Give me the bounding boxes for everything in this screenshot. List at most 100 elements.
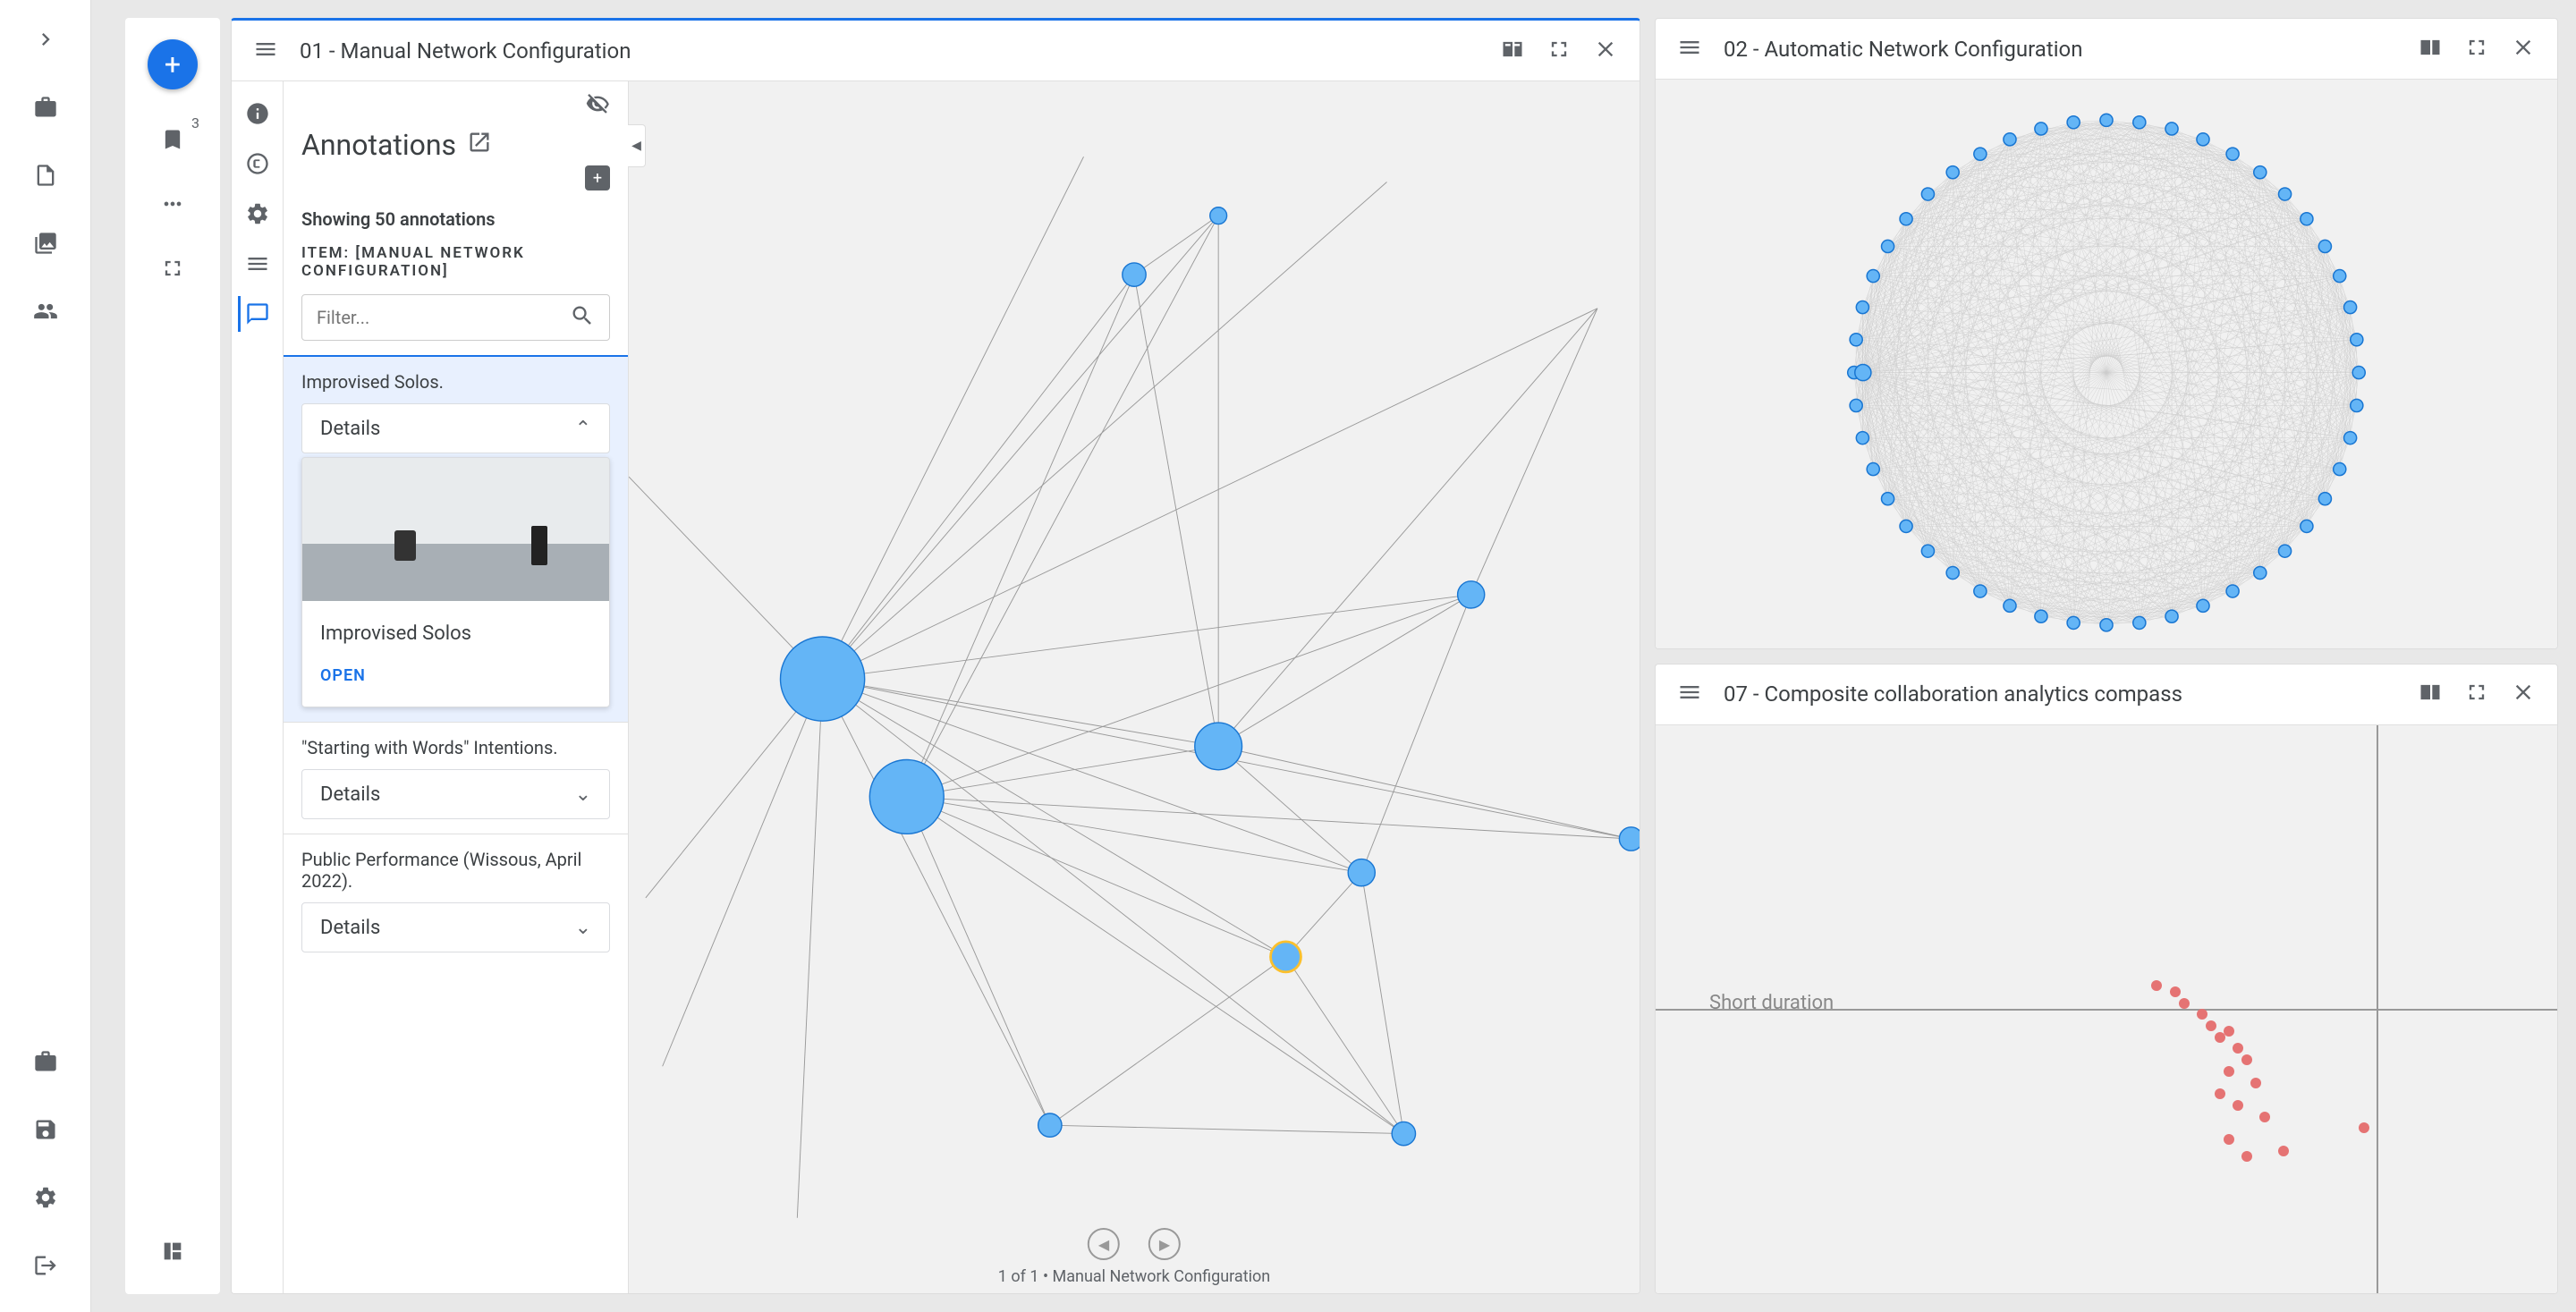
close-panel-icon[interactable] [1593, 37, 1618, 65]
panel-title: 02 - Automatic Network Configuration [1724, 37, 2418, 62]
data-point[interactable] [2224, 1026, 2234, 1037]
data-point[interactable] [2359, 1122, 2369, 1133]
close-panel-icon[interactable] [2511, 35, 2536, 63]
annotation-item-label: ITEM: [MANUAL NETWORK CONFIGURATION] [284, 241, 628, 294]
expand-panel-icon[interactable] [2464, 680, 2489, 708]
briefcase-alt-icon[interactable] [24, 1040, 67, 1083]
collapse-panel-icon[interactable]: ◀ [628, 124, 646, 167]
data-point[interactable] [2259, 1112, 2270, 1122]
data-point[interactable] [2151, 980, 2162, 991]
data-point[interactable] [2233, 1100, 2243, 1111]
right-column: 02 - Automatic Network Configuration 07 … [1655, 18, 2558, 1294]
panel-body: ◀ Annotations + Showing 50 annotations I… [232, 81, 1640, 1293]
data-point[interactable] [2206, 1020, 2216, 1031]
annotation-count: Showing 50 annotations [284, 205, 628, 241]
settings-icon[interactable] [24, 1176, 67, 1219]
expand-panel-icon[interactable] [1546, 37, 1572, 65]
save-icon[interactable] [24, 1108, 67, 1151]
data-point[interactable] [2250, 1078, 2261, 1088]
chevron-down-icon: ⌄ [575, 783, 591, 806]
more-icon[interactable] [151, 182, 194, 225]
network-graph-auto[interactable] [1656, 80, 2557, 648]
panel-header: 02 - Automatic Network Configuration [1656, 19, 2557, 80]
annotations-panel: ◀ Annotations + Showing 50 annotations I… [284, 81, 629, 1293]
book-open-icon[interactable] [1500, 37, 1525, 65]
details-toggle[interactable]: Details ⌃ [301, 403, 610, 453]
open-button[interactable]: OPEN [302, 666, 609, 707]
data-point[interactable] [2170, 986, 2181, 997]
data-point[interactable] [2179, 998, 2190, 1009]
panel-manual-network: 01 - Manual Network Configuration ◀ [231, 18, 1640, 1294]
annotation-thumbnail [302, 458, 609, 601]
annotation-list: Improvised Solos. Details ⌃ Improvised S… [284, 355, 628, 1293]
images-icon[interactable] [24, 222, 67, 265]
data-point[interactable] [2241, 1151, 2252, 1162]
close-panel-icon[interactable] [2511, 680, 2536, 708]
info-icon[interactable] [240, 96, 275, 131]
data-point[interactable] [2233, 1043, 2243, 1054]
bookmark-badge: 3 [191, 114, 199, 131]
filter-input[interactable] [317, 307, 570, 328]
panel-analytics-compass: 07 - Composite collaboration analytics c… [1655, 664, 2558, 1295]
add-annotation-button[interactable]: + [585, 165, 610, 190]
add-button[interactable]: + [148, 39, 198, 89]
open-in-new-icon[interactable] [467, 128, 492, 162]
prev-button[interactable]: ◀ [1088, 1228, 1120, 1260]
layout-icon[interactable] [151, 1230, 194, 1273]
copyright-icon[interactable] [240, 146, 275, 182]
panel-auto-network: 02 - Automatic Network Configuration [1655, 18, 2558, 649]
comment-icon[interactable] [238, 296, 274, 332]
panel-menu-icon[interactable] [1677, 680, 1702, 708]
document-icon[interactable] [24, 154, 67, 197]
text-lines-icon[interactable] [240, 246, 275, 282]
scatter-plot[interactable]: Short duration [1656, 725, 2557, 1294]
bookmark-icon[interactable]: 3 [151, 118, 194, 161]
axis-label: Short duration [1709, 992, 1834, 1014]
book-open-icon[interactable] [2418, 35, 2443, 63]
annotation-card-title: "Starting with Words" Intentions. [301, 737, 610, 758]
chevron-down-icon: ⌄ [575, 917, 591, 939]
visibility-off-icon[interactable] [585, 92, 610, 121]
data-point[interactable] [2224, 1134, 2234, 1145]
data-point[interactable] [2278, 1146, 2289, 1156]
panel-title: 07 - Composite collaboration analytics c… [1724, 681, 2418, 707]
expanded-title: Improvised Solos [302, 601, 609, 666]
data-point[interactable] [2215, 1088, 2225, 1099]
panel-sidebar [232, 81, 284, 1293]
panel-menu-icon[interactable] [253, 37, 278, 65]
expand-icon[interactable] [24, 18, 67, 61]
annotation-card-title: Public Performance (Wissous, April 2022)… [301, 849, 610, 892]
gear-icon[interactable] [240, 196, 275, 232]
annotation-card[interactable]: "Starting with Words" Intentions. Detail… [284, 722, 628, 834]
expand-panel-icon[interactable] [2464, 35, 2489, 63]
logout-icon[interactable] [24, 1244, 67, 1287]
panel-menu-icon[interactable] [1677, 35, 1702, 63]
panel-title: 01 - Manual Network Configuration [300, 38, 1500, 63]
details-toggle[interactable]: Details ⌄ [301, 902, 610, 952]
book-open-icon[interactable] [2418, 680, 2443, 708]
chevron-up-icon: ⌃ [575, 418, 591, 440]
annotation-card[interactable]: Public Performance (Wissous, April 2022)… [284, 834, 628, 967]
graph-footer: ◀ ▶ 1 of 1 • Manual Network Configuratio… [998, 1228, 1270, 1286]
graph-caption: 1 of 1 • Manual Network Configuration [998, 1267, 1270, 1286]
data-point[interactable] [2241, 1054, 2252, 1065]
details-expanded: Improvised Solos OPEN [301, 457, 610, 707]
next-button[interactable]: ▶ [1148, 1228, 1181, 1260]
workspace: 01 - Manual Network Configuration ◀ [231, 18, 2558, 1294]
data-point[interactable] [2197, 1009, 2207, 1020]
filter-input-box [301, 294, 610, 341]
annotations-title: Annotations [284, 128, 628, 165]
panel-header: 07 - Composite collaboration analytics c… [1656, 664, 2557, 725]
app-main-toolbar [0, 0, 91, 1312]
details-toggle[interactable]: Details ⌄ [301, 769, 610, 819]
search-icon[interactable] [570, 303, 595, 332]
annotation-card-title: Improvised Solos. [301, 371, 610, 393]
data-point[interactable] [2224, 1066, 2234, 1077]
network-graph[interactable]: ◀ ▶ 1 of 1 • Manual Network Configuratio… [629, 81, 1640, 1293]
panel-header: 01 - Manual Network Configuration [232, 21, 1640, 81]
fullscreen-icon[interactable] [151, 247, 194, 290]
people-icon[interactable] [24, 290, 67, 333]
briefcase-icon[interactable] [24, 86, 67, 129]
annotation-card[interactable]: Improvised Solos. Details ⌃ Improvised S… [284, 355, 628, 722]
workspace-toolbar: + 3 [125, 18, 220, 1294]
